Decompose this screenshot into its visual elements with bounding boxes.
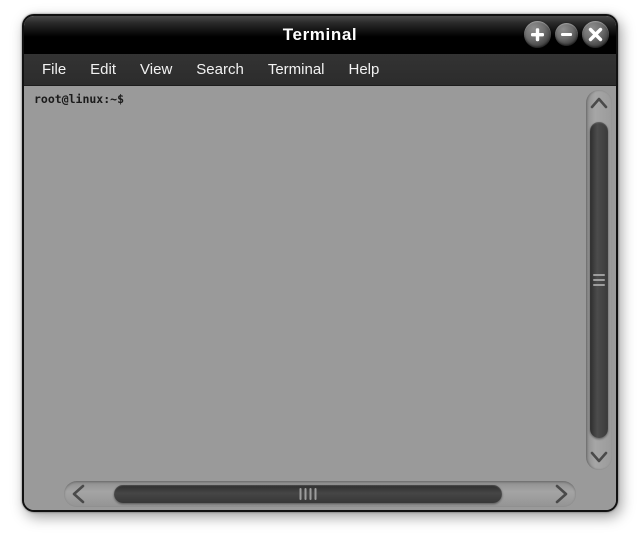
menu-item-view[interactable]: View xyxy=(128,58,184,81)
terminal-prompt: root@linux:~$ xyxy=(34,92,125,106)
minimize-button[interactable] xyxy=(555,23,578,46)
terminal-screen[interactable]: root@linux:~$ xyxy=(24,86,580,470)
menu-item-terminal[interactable]: Terminal xyxy=(256,58,337,81)
window-body: root@linux:~$ xyxy=(24,86,616,510)
scroll-left-button[interactable] xyxy=(64,481,94,507)
menu-item-search[interactable]: Search xyxy=(184,58,256,81)
close-icon xyxy=(588,27,603,42)
horizontal-scrollbar-thumb[interactable] xyxy=(114,485,502,503)
menubar: File Edit View Search Terminal Help xyxy=(24,54,616,86)
horizontal-thumb-grip xyxy=(299,488,317,500)
minus-icon xyxy=(561,33,572,36)
menu-item-edit[interactable]: Edit xyxy=(78,58,128,81)
close-button[interactable] xyxy=(582,21,609,48)
vertical-thumb-grip xyxy=(593,271,605,289)
horizontal-scrollbar[interactable] xyxy=(64,481,576,507)
terminal-window: Terminal File Edit View Search Terminal … xyxy=(22,14,618,512)
chevron-down-icon xyxy=(590,451,608,463)
window-controls xyxy=(524,21,609,48)
chevron-right-icon xyxy=(555,484,568,504)
titlebar[interactable]: Terminal xyxy=(24,16,616,54)
scroll-up-button[interactable] xyxy=(586,90,612,116)
scroll-down-button[interactable] xyxy=(586,444,612,470)
vertical-scrollbar[interactable] xyxy=(586,90,612,470)
scroll-right-button[interactable] xyxy=(546,481,576,507)
menu-item-help[interactable]: Help xyxy=(337,58,392,81)
menu-item-file[interactable]: File xyxy=(30,58,78,81)
chevron-up-icon xyxy=(590,97,608,109)
vertical-scrollbar-thumb[interactable] xyxy=(590,122,608,438)
chevron-left-icon xyxy=(72,484,85,504)
plus-icon xyxy=(531,28,544,42)
maximize-button[interactable] xyxy=(524,21,551,48)
